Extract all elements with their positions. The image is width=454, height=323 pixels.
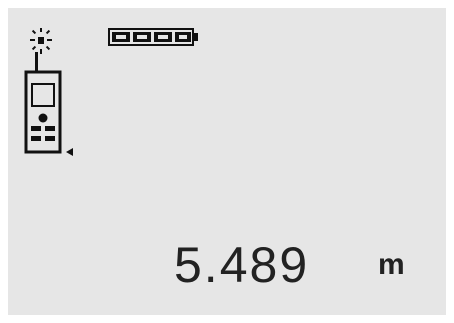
device-reference-icon xyxy=(24,52,73,156)
battery-icon xyxy=(108,28,198,46)
measurement-unit: m xyxy=(378,248,405,281)
triangle-left-icon xyxy=(66,148,73,156)
lcd-screen: 5.489 m xyxy=(8,8,446,315)
measurement-value: 5.489 xyxy=(174,237,310,293)
laser-beam-icon xyxy=(30,28,52,54)
